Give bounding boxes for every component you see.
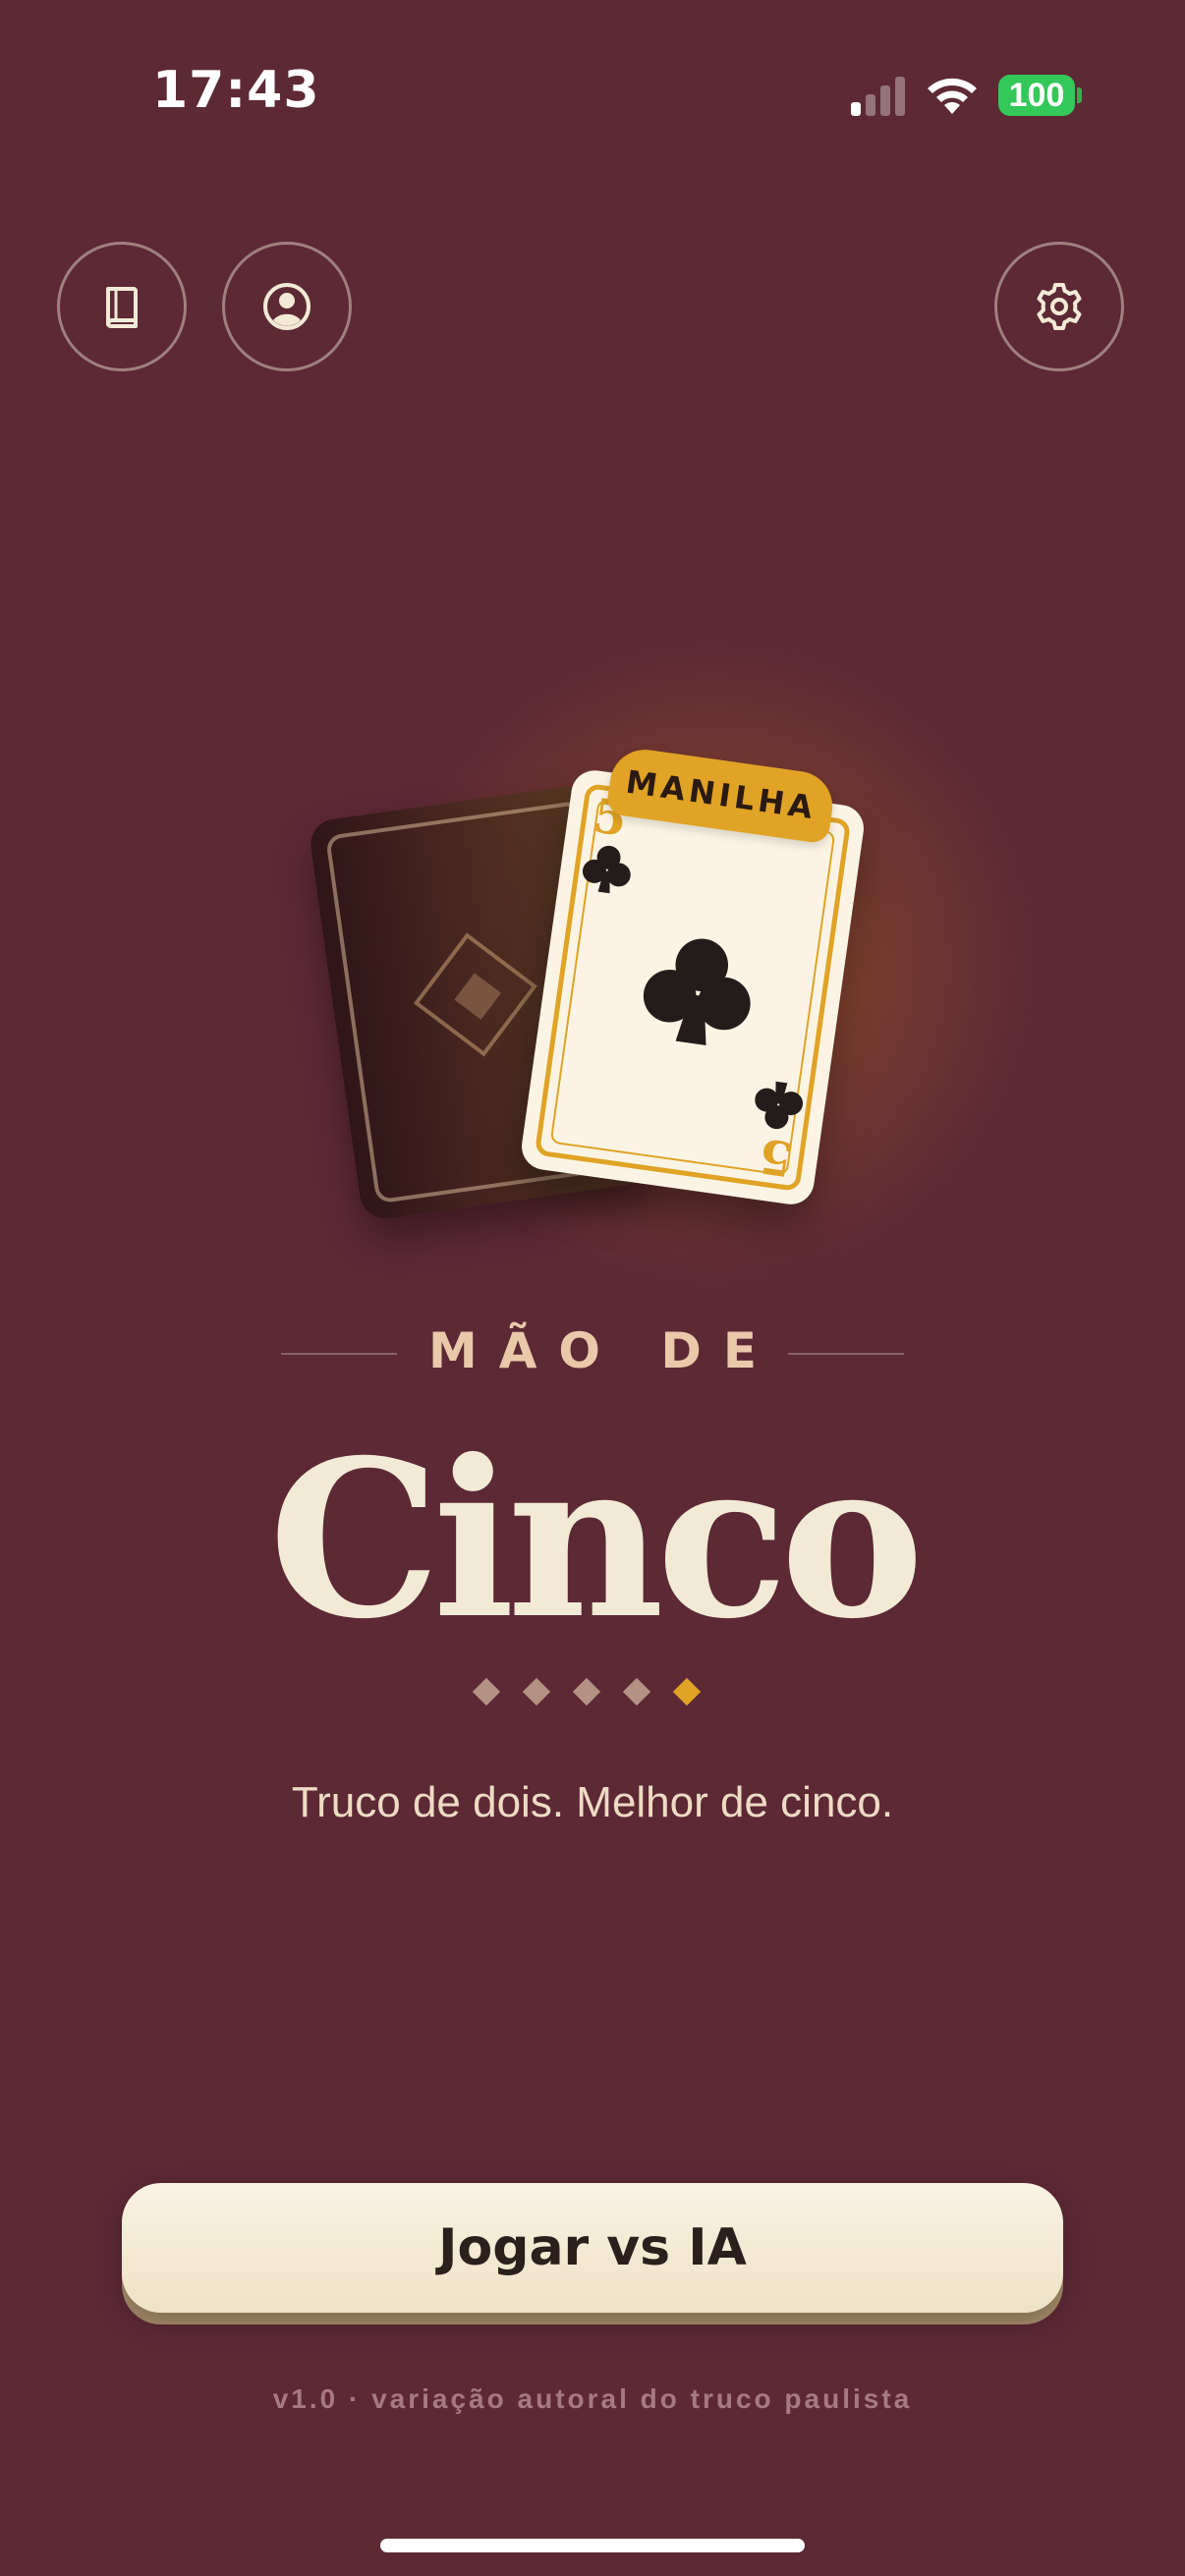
book-icon bbox=[106, 287, 138, 329]
card-rank-bottom: 5 bbox=[755, 1127, 796, 1187]
round-dot bbox=[522, 1677, 551, 1707]
tagline: Truco de dois. Melhor de cinco. bbox=[291, 1778, 894, 1826]
profile-button[interactable] bbox=[222, 242, 352, 371]
round-dot-active bbox=[672, 1677, 702, 1707]
divider-right bbox=[788, 1353, 904, 1355]
club-icon bbox=[755, 1081, 804, 1130]
wifi-icon bbox=[928, 78, 977, 114]
rules-button[interactable] bbox=[57, 242, 187, 371]
round-dot bbox=[472, 1677, 501, 1707]
round-dot bbox=[572, 1677, 601, 1707]
battery-level: 100 bbox=[1008, 77, 1065, 114]
round-dot bbox=[622, 1677, 651, 1707]
gear-icon bbox=[1037, 283, 1082, 330]
divider-left bbox=[281, 1353, 397, 1355]
version-text: v1.0 · variação autoral do truco paulist… bbox=[272, 2383, 913, 2414]
play-vs-ai-button[interactable]: Jogar vs IA bbox=[122, 2183, 1063, 2313]
club-icon bbox=[643, 938, 751, 1045]
status-time: 17:43 bbox=[152, 61, 320, 120]
battery-tip bbox=[1077, 87, 1082, 103]
club-icon bbox=[582, 845, 631, 894]
title-subtitle: MÃO DE bbox=[427, 1322, 779, 1379]
home-indicator[interactable] bbox=[380, 2539, 805, 2552]
page-title: Cinco bbox=[268, 1412, 924, 1666]
settings-button[interactable] bbox=[994, 242, 1124, 371]
round-indicator bbox=[472, 1677, 712, 1711]
cellular-signal-icon bbox=[851, 77, 905, 116]
profile-icon bbox=[263, 283, 310, 330]
battery-icon: 100 bbox=[998, 75, 1075, 116]
